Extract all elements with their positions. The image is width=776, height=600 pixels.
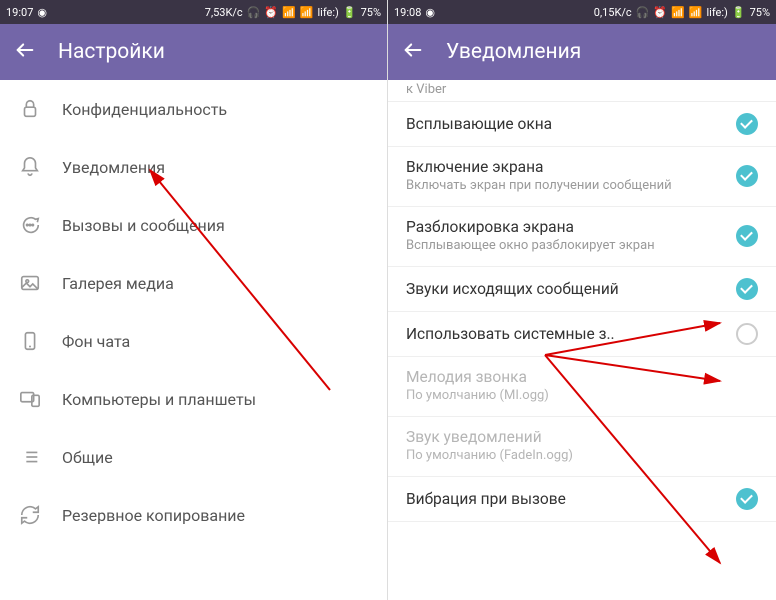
- status-time: 19:07: [6, 6, 33, 19]
- settings-item-label: Компьютеры и планшеты: [62, 390, 256, 409]
- alarm-icon: ⏰: [653, 6, 667, 19]
- header-notifications: Уведомления: [388, 24, 776, 80]
- checkbox[interactable]: [736, 278, 758, 300]
- settings-list: Конфиденциальность Уведомления Вызовы и …: [0, 80, 387, 600]
- settings-item-devices[interactable]: Компьютеры и планшеты: [0, 370, 387, 428]
- refresh-icon: [18, 503, 42, 527]
- checkbox[interactable]: [736, 225, 758, 247]
- battery-icon: 🔋: [343, 6, 357, 19]
- notif-item-system-sounds[interactable]: Использовать системные з..: [388, 312, 776, 357]
- settings-item-media-gallery[interactable]: Галерея медиа: [0, 254, 387, 312]
- settings-item-label: Уведомления: [62, 158, 165, 177]
- settings-item-privacy[interactable]: Конфиденциальность: [0, 80, 387, 138]
- back-icon[interactable]: [14, 39, 36, 65]
- notif-item-notification-sound[interactable]: Звук уведомлений По умолчанию (FadeIn.og…: [388, 417, 776, 477]
- headphones-icon: 🎧: [247, 6, 261, 19]
- statusbar-right: 19:08 ◉ 0,15K/c 🎧 ⏰ 📶 📶 life:) 🔋 75%: [388, 0, 776, 24]
- settings-item-chat-background[interactable]: Фон чата: [0, 312, 387, 370]
- notif-item-screen-on[interactable]: Включение экрана Включать экран при полу…: [388, 147, 776, 207]
- signal-icon: 📶: [300, 6, 314, 19]
- devices-icon: [18, 387, 42, 411]
- checkbox[interactable]: [736, 323, 758, 345]
- wifi-icon: 📶: [671, 6, 685, 19]
- checkbox[interactable]: [736, 113, 758, 135]
- alarm-icon: ⏰: [264, 6, 278, 19]
- notif-item-unlock[interactable]: Разблокировка экрана Всплывающее окно ра…: [388, 207, 776, 267]
- notifications-list: к Viber Всплывающие окна Включение экран…: [388, 80, 776, 600]
- status-app-icon: ◉: [425, 6, 435, 19]
- notif-item-vibrate-on-call[interactable]: Вибрация при вызове: [388, 477, 776, 522]
- notif-subtitle: Включать экран при получении сообщений: [406, 178, 726, 195]
- header-settings: Настройки: [0, 24, 387, 80]
- notif-item-popups[interactable]: Всплывающие окна: [388, 102, 776, 147]
- phone-screen-icon: [18, 329, 42, 353]
- checkbox[interactable]: [736, 165, 758, 187]
- settings-item-calls-messages[interactable]: Вызовы и сообщения: [0, 196, 387, 254]
- bell-icon: [18, 155, 42, 179]
- lock-icon: [18, 97, 42, 121]
- notif-subtitle: Всплывающее окно разблокирует экран: [406, 238, 726, 255]
- notif-title: Использовать системные з..: [406, 325, 726, 343]
- notif-title: Звуки исходящих сообщений: [406, 280, 726, 298]
- notif-title: Всплывающие окна: [406, 115, 726, 133]
- headphones-icon: 🎧: [636, 6, 650, 19]
- settings-item-label: Фон чата: [62, 332, 130, 351]
- wifi-icon: 📶: [282, 6, 296, 19]
- status-speed: 7,53K/c: [205, 6, 243, 19]
- image-icon: [18, 271, 42, 295]
- notif-title: Мелодия звонка: [406, 368, 758, 386]
- signal-icon: 📶: [689, 6, 703, 19]
- settings-item-label: Конфиденциальность: [62, 100, 227, 119]
- page-title: Уведомления: [446, 40, 581, 64]
- settings-item-general[interactable]: Общие: [0, 428, 387, 486]
- battery-icon: 🔋: [732, 6, 746, 19]
- status-carrier: life:): [707, 6, 728, 19]
- settings-item-backup[interactable]: Резервное копирование: [0, 486, 387, 544]
- status-time: 19:08: [394, 6, 421, 19]
- status-carrier: life:): [318, 6, 339, 19]
- back-icon[interactable]: [402, 39, 424, 65]
- status-battery: 75%: [361, 6, 381, 19]
- screen-settings: 19:07 ◉ 7,53K/c 🎧 ⏰ 📶 📶 life:) 🔋 75% Нас…: [0, 0, 388, 600]
- notif-subtitle: По умолчанию (MI.ogg): [406, 388, 758, 405]
- notif-title: Звук уведомлений: [406, 428, 758, 446]
- page-title: Настройки: [58, 40, 165, 64]
- settings-item-label: Вызовы и сообщения: [62, 216, 225, 235]
- notif-title: Вибрация при вызове: [406, 490, 726, 508]
- notif-subtitle: По умолчанию (FadeIn.ogg): [406, 448, 758, 465]
- notif-title: Разблокировка экрана: [406, 218, 726, 236]
- settings-item-label: Галерея медиа: [62, 274, 174, 293]
- status-app-icon: ◉: [37, 6, 47, 19]
- status-battery: 75%: [750, 6, 770, 19]
- status-speed: 0,15K/c: [594, 6, 632, 19]
- checkbox[interactable]: [736, 488, 758, 510]
- statusbar-left: 19:07 ◉ 7,53K/c 🎧 ⏰ 📶 📶 life:) 🔋 75%: [0, 0, 387, 24]
- scroll-peek: к Viber: [388, 80, 776, 102]
- screen-notifications: 19:08 ◉ 0,15K/c 🎧 ⏰ 📶 📶 life:) 🔋 75% Уве…: [388, 0, 776, 600]
- message-icon: [18, 213, 42, 237]
- notif-title: Включение экрана: [406, 158, 726, 176]
- settings-item-label: Резервное копирование: [62, 506, 245, 525]
- settings-item-label: Общие: [62, 448, 113, 467]
- list-icon: [18, 445, 42, 469]
- notif-item-outgoing-sounds[interactable]: Звуки исходящих сообщений: [388, 267, 776, 312]
- settings-item-notifications[interactable]: Уведомления: [0, 138, 387, 196]
- notif-item-ringtone[interactable]: Мелодия звонка По умолчанию (MI.ogg): [388, 357, 776, 417]
